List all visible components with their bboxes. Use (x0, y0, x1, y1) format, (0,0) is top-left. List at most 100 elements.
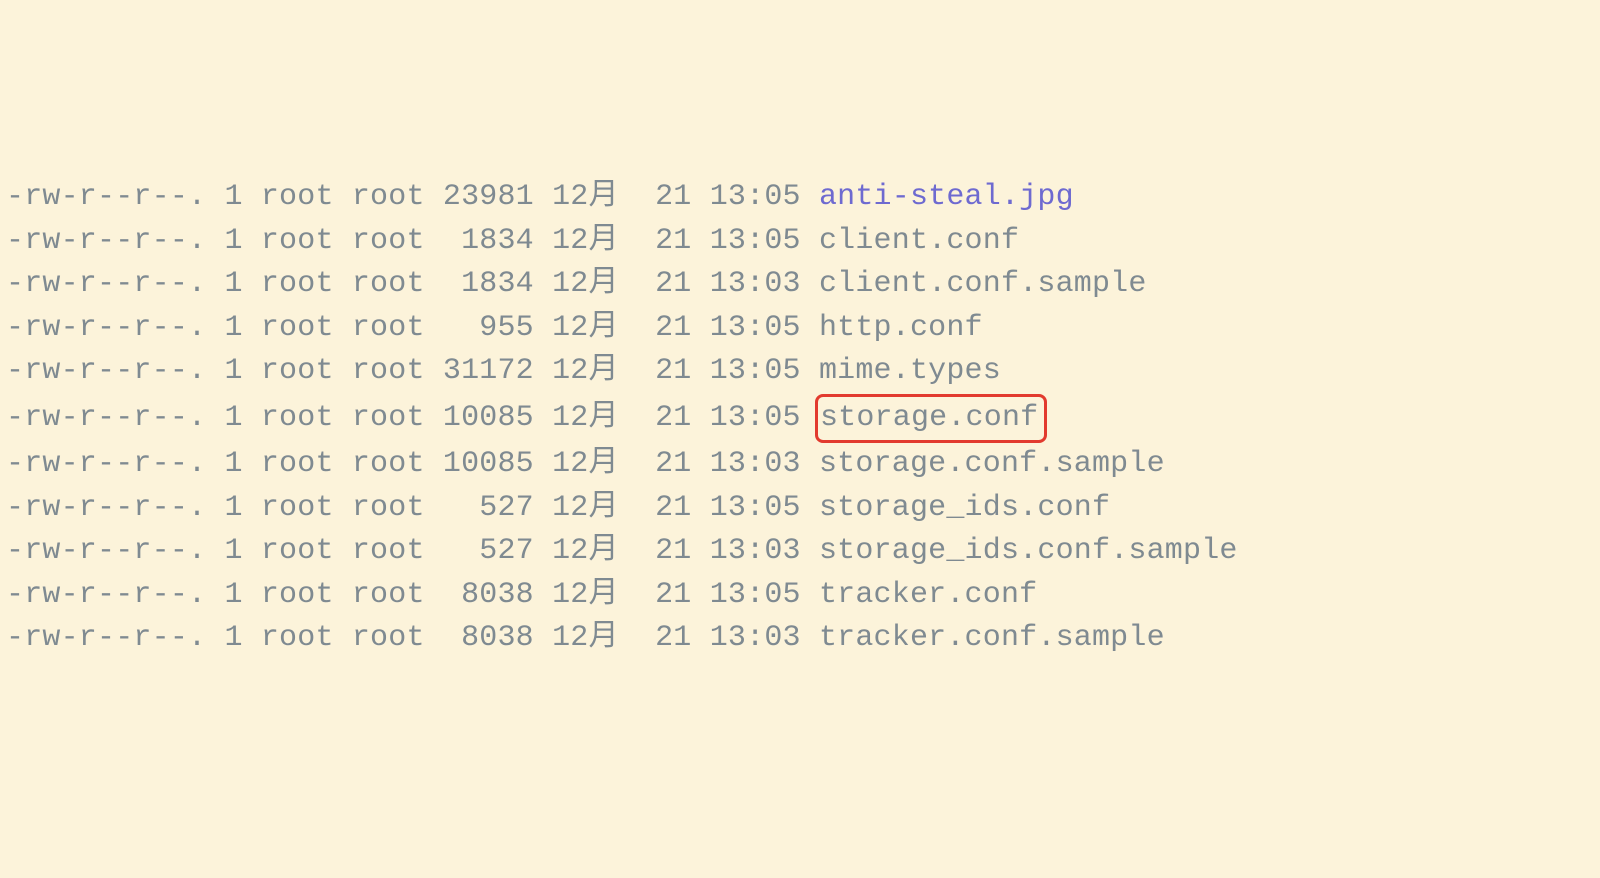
col-time: 13:05 (710, 311, 801, 345)
col-perms: -rw-r--r--. (6, 311, 206, 345)
col-time: 13:05 (710, 354, 801, 388)
col-day: 21 (655, 491, 691, 525)
col-time: 13:05 (710, 180, 801, 214)
file-name: anti-steal.jpg (819, 180, 1074, 214)
col-day: 21 (655, 621, 691, 655)
col-day: 21 (655, 447, 691, 481)
col-owner: root (261, 534, 334, 568)
col-month: 12月 (552, 578, 619, 612)
col-links: 1 (224, 224, 242, 258)
col-month: 12月 (552, 491, 619, 525)
col-perms: -rw-r--r--. (6, 621, 206, 655)
col-month: 12月 (552, 621, 619, 655)
col-perms: -rw-r--r--. (6, 578, 206, 612)
col-perms: -rw-r--r--. (6, 180, 206, 214)
col-month: 12月 (552, 311, 619, 345)
file-row: -rw-r--r--. 1 root root 10085 12月 21 13:… (6, 394, 1594, 444)
col-size: 23981 (443, 180, 534, 214)
col-owner: root (261, 401, 334, 435)
col-perms: -rw-r--r--. (6, 354, 206, 388)
col-size: 31172 (443, 354, 534, 388)
col-group: root (352, 534, 425, 568)
col-owner: root (261, 354, 334, 388)
col-links: 1 (224, 578, 242, 612)
file-row: -rw-r--r--. 1 root root 527 12月 21 13:03… (6, 530, 1594, 574)
col-group: root (352, 180, 425, 214)
file-name: client.conf.sample (819, 267, 1147, 301)
col-owner: root (261, 180, 334, 214)
col-month: 12月 (552, 180, 619, 214)
col-group: root (352, 267, 425, 301)
col-day: 21 (655, 534, 691, 568)
col-perms: -rw-r--r--. (6, 447, 206, 481)
col-owner: root (261, 267, 334, 301)
col-month: 12月 (552, 267, 619, 301)
col-perms: -rw-r--r--. (6, 491, 206, 525)
col-day: 21 (655, 354, 691, 388)
file-name: tracker.conf (819, 578, 1037, 612)
col-perms: -rw-r--r--. (6, 401, 206, 435)
file-name: http.conf (819, 311, 983, 345)
col-owner: root (261, 491, 334, 525)
file-row: -rw-r--r--. 1 root root 8038 12月 21 13:0… (6, 574, 1594, 618)
col-perms: -rw-r--r--. (6, 267, 206, 301)
col-day: 21 (655, 578, 691, 612)
col-size: 1834 (443, 224, 534, 258)
col-day: 21 (655, 311, 691, 345)
file-name-highlighted: storage.conf (815, 394, 1047, 444)
col-size: 10085 (443, 401, 534, 435)
col-links: 1 (224, 534, 242, 568)
col-time: 13:03 (710, 267, 801, 301)
file-name: storage_ids.conf (819, 491, 1110, 525)
col-group: root (352, 401, 425, 435)
file-name: mime.types (819, 354, 1001, 388)
col-group: root (352, 354, 425, 388)
col-month: 12月 (552, 401, 619, 435)
col-size: 8038 (443, 578, 534, 612)
col-time: 13:05 (710, 401, 801, 435)
col-perms: -rw-r--r--. (6, 534, 206, 568)
col-group: root (352, 447, 425, 481)
file-row: -rw-r--r--. 1 root root 8038 12月 21 13:0… (6, 617, 1594, 661)
file-row: -rw-r--r--. 1 root root 1834 12月 21 13:0… (6, 220, 1594, 264)
col-time: 13:05 (710, 224, 801, 258)
terminal-output: -rw-r--r--. 1 root root 23981 12月 21 13:… (6, 176, 1594, 661)
col-day: 21 (655, 267, 691, 301)
file-name: storage.conf.sample (819, 447, 1165, 481)
col-day: 21 (655, 224, 691, 258)
file-row: -rw-r--r--. 1 root root 527 12月 21 13:05… (6, 487, 1594, 531)
col-time: 13:05 (710, 578, 801, 612)
col-owner: root (261, 447, 334, 481)
col-links: 1 (224, 354, 242, 388)
col-size: 527 (443, 491, 534, 525)
col-links: 1 (224, 491, 242, 525)
col-month: 12月 (552, 354, 619, 388)
col-links: 1 (224, 311, 242, 345)
col-month: 12月 (552, 447, 619, 481)
col-links: 1 (224, 401, 242, 435)
col-owner: root (261, 311, 334, 345)
col-links: 1 (224, 621, 242, 655)
col-time: 13:03 (710, 534, 801, 568)
col-owner: root (261, 224, 334, 258)
col-month: 12月 (552, 224, 619, 258)
file-row: -rw-r--r--. 1 root root 10085 12月 21 13:… (6, 443, 1594, 487)
file-name: storage_ids.conf.sample (819, 534, 1238, 568)
col-group: root (352, 578, 425, 612)
file-row: -rw-r--r--. 1 root root 23981 12月 21 13:… (6, 176, 1594, 220)
file-row: -rw-r--r--. 1 root root 1834 12月 21 13:0… (6, 263, 1594, 307)
col-links: 1 (224, 447, 242, 481)
col-group: root (352, 621, 425, 655)
col-perms: -rw-r--r--. (6, 224, 206, 258)
col-time: 13:03 (710, 621, 801, 655)
file-name: tracker.conf.sample (819, 621, 1165, 655)
file-row: -rw-r--r--. 1 root root 955 12月 21 13:05… (6, 307, 1594, 351)
file-row: -rw-r--r--. 1 root root 31172 12月 21 13:… (6, 350, 1594, 394)
col-size: 955 (443, 311, 534, 345)
col-day: 21 (655, 401, 691, 435)
col-links: 1 (224, 180, 242, 214)
col-time: 13:03 (710, 447, 801, 481)
col-group: root (352, 491, 425, 525)
col-group: root (352, 311, 425, 345)
col-time: 13:05 (710, 491, 801, 525)
